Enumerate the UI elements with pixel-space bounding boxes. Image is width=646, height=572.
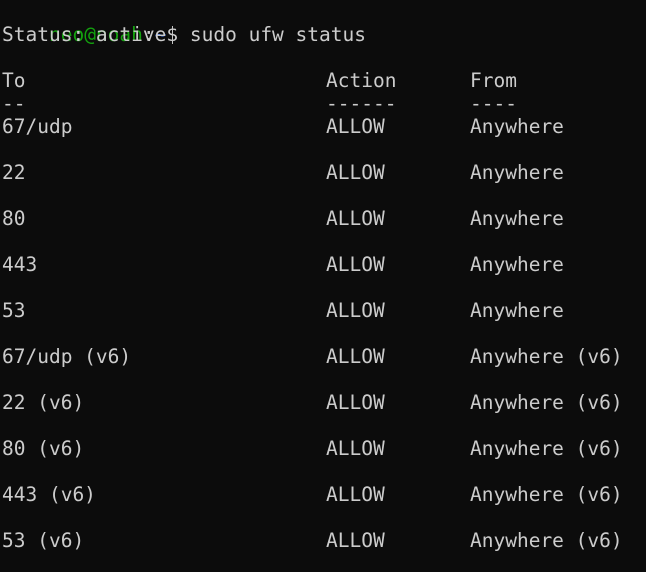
- divider-from: ----: [470, 92, 517, 115]
- divider-action: ------: [326, 92, 397, 115]
- table-body: 67/udp ALLOW Anywhere 22 ALLOW Anywhere 80 ALLO…: [2, 115, 646, 552]
- rule-to: 443 (v6): [2, 483, 96, 506]
- divider-to: --: [2, 92, 26, 115]
- rule-action: ALLOW: [326, 207, 385, 230]
- table-row: 67/udp (v6) ALLOW Anywhere (v6): [2, 345, 646, 368]
- rule-from: Anywhere: [470, 115, 564, 138]
- table-row: 22 ALLOW Anywhere: [2, 161, 646, 184]
- rule-to: 67/udp: [2, 115, 73, 138]
- table-row: 22 (v6) ALLOW Anywhere (v6): [2, 391, 646, 414]
- header-from: From: [470, 69, 517, 92]
- rule-action: ALLOW: [326, 391, 385, 414]
- table-row: 53 ALLOW Anywhere: [2, 299, 646, 322]
- status-line: Status: active: [2, 23, 167, 46]
- rule-action: ALLOW: [326, 161, 385, 184]
- table-row: 53 (v6) ALLOW Anywhere (v6): [2, 529, 646, 552]
- rule-action: ALLOW: [326, 345, 385, 368]
- terminal-window[interactable]: neo@noah:~$ sudo ufw status Status: acti…: [0, 0, 646, 572]
- table-row: 443 (v6) ALLOW Anywhere (v6): [2, 483, 646, 506]
- rule-to: 53: [2, 299, 26, 322]
- rule-to: 22 (v6): [2, 391, 85, 414]
- rule-action: ALLOW: [326, 529, 385, 552]
- header-action: Action: [326, 69, 397, 92]
- rule-from: Anywhere (v6): [470, 345, 623, 368]
- rule-to: 80: [2, 207, 26, 230]
- rule-from: Anywhere (v6): [470, 437, 623, 460]
- rule-action: ALLOW: [326, 299, 385, 322]
- rule-action: ALLOW: [326, 483, 385, 506]
- rule-from: Anywhere: [470, 207, 564, 230]
- rule-to: 443: [2, 253, 38, 276]
- rule-from: Anywhere (v6): [470, 483, 623, 506]
- rule-from: Anywhere (v6): [470, 391, 623, 414]
- rule-from: Anywhere: [470, 253, 564, 276]
- table-row: 67/udp ALLOW Anywhere: [2, 115, 646, 138]
- rule-from: Anywhere (v6): [470, 529, 623, 552]
- table-divider: -- ------ ----: [2, 92, 646, 115]
- command-line: neo@noah:~$ sudo ufw status: [2, 0, 646, 46]
- header-to: To: [2, 69, 26, 92]
- rule-from: Anywhere: [470, 161, 564, 184]
- rule-from: Anywhere: [470, 299, 564, 322]
- rule-to: 67/udp (v6): [2, 345, 132, 368]
- table-row: 80 ALLOW Anywhere: [2, 207, 646, 230]
- rule-to: 53 (v6): [2, 529, 85, 552]
- table-row: 443 ALLOW Anywhere: [2, 253, 646, 276]
- table-row: 80 (v6) ALLOW Anywhere (v6): [2, 437, 646, 460]
- table-header: To Action From: [2, 69, 646, 92]
- rule-action: ALLOW: [326, 437, 385, 460]
- rule-to: 80 (v6): [2, 437, 85, 460]
- rule-action: ALLOW: [326, 115, 385, 138]
- rule-action: ALLOW: [326, 253, 385, 276]
- rule-to: 22: [2, 161, 26, 184]
